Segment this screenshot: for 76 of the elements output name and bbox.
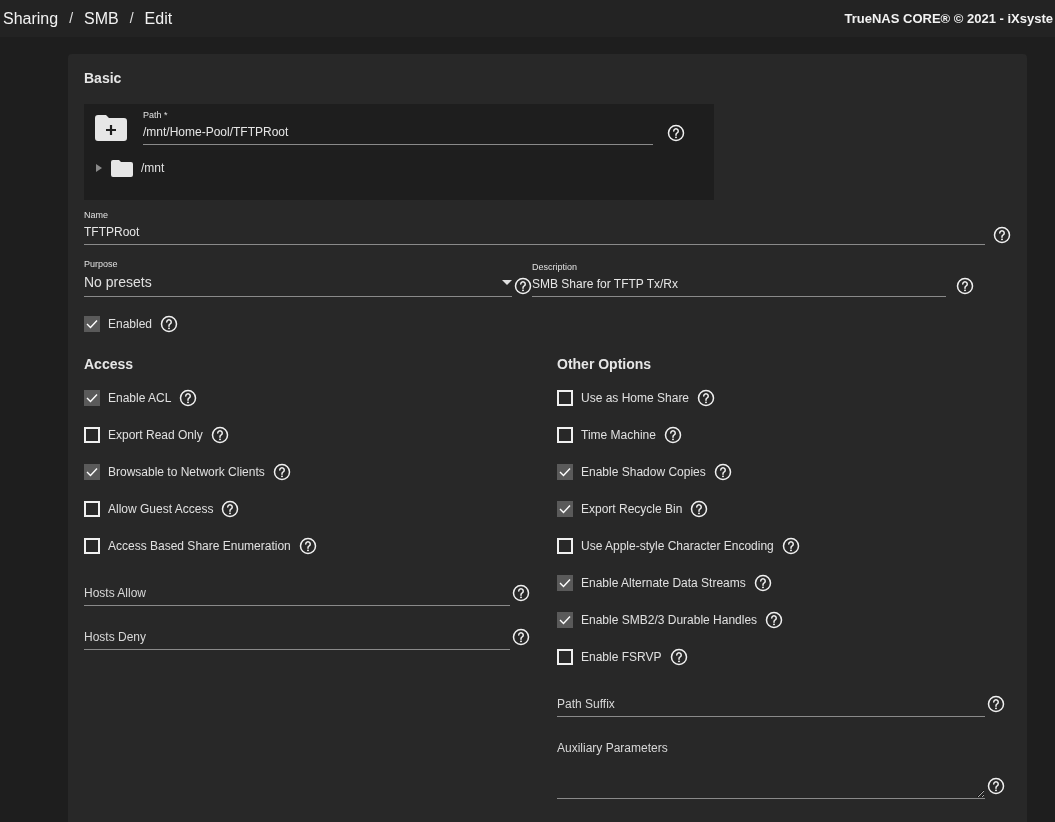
section-title: Access [84, 355, 135, 374]
checkbox-label: Allow Guest Access [108, 500, 214, 518]
help-icon[interactable] [272, 462, 291, 481]
help-icon[interactable] [160, 314, 179, 333]
breadcrumb-separator: / [129, 9, 134, 28]
checkbox-label: Export Read Only [108, 426, 203, 444]
tree-item[interactable]: /mnt [141, 159, 165, 177]
description-input[interactable]: SMB Share for TFTP Tx/Rx [532, 273, 946, 297]
checkbox[interactable] [557, 463, 573, 480]
checkbox-label: Enable Shadow Copies [581, 463, 706, 481]
checkbox[interactable] [84, 463, 100, 480]
breadcrumb-link[interactable]: Edit [144, 6, 173, 31]
help-icon[interactable] [993, 226, 1011, 244]
name-input[interactable]: TFTPRoot [84, 221, 985, 245]
breadcrumb-link[interactable]: SMB [84, 6, 119, 31]
text-input[interactable]: Hosts Allow [84, 582, 510, 606]
help-icon[interactable] [298, 536, 317, 555]
checkbox[interactable] [557, 611, 573, 628]
help-icon[interactable] [753, 573, 772, 592]
checkbox[interactable] [84, 537, 100, 554]
help-icon[interactable] [669, 647, 688, 666]
checkbox-label: Enable FSRVP [581, 648, 662, 666]
caret-icon[interactable] [95, 164, 103, 172]
field-label: Path * [143, 110, 169, 121]
breadcrumb-separator: / [69, 9, 74, 28]
help-icon[interactable] [987, 695, 1005, 713]
checkbox[interactable] [84, 389, 100, 406]
folder-icon [111, 159, 133, 177]
help-icon[interactable] [663, 425, 682, 444]
checkbox[interactable] [557, 537, 573, 554]
field-label: Purpose [84, 259, 119, 270]
checkbox[interactable] [84, 426, 100, 443]
checkbox[interactable] [84, 500, 100, 517]
checkbox[interactable] [557, 500, 573, 517]
checkbox[interactable] [84, 315, 100, 332]
checkbox-label: Browsable to Network Clients [108, 463, 265, 481]
help-icon[interactable] [667, 123, 685, 142]
checkbox-label: Time Machine [581, 426, 656, 444]
checkbox-label: Export Recycle Bin [581, 500, 683, 518]
field-label: Description [532, 262, 579, 273]
checkbox-label: Access Based Share Enumeration [108, 537, 291, 555]
help-icon[interactable] [221, 499, 240, 518]
section-title: Other Options [557, 355, 653, 374]
help-icon[interactable] [781, 536, 800, 555]
help-icon[interactable] [512, 628, 530, 646]
help-icon[interactable] [512, 584, 530, 602]
textarea-field[interactable]: Auxiliary Parameters [557, 737, 985, 799]
folder-plus-icon[interactable] [95, 114, 127, 141]
checkbox-label: Enable SMB2/3 Durable Handles [581, 611, 758, 629]
checkbox[interactable] [557, 426, 573, 443]
help-icon[interactable] [179, 388, 198, 407]
checkbox-label: Use as Home Share [581, 389, 690, 407]
breadcrumb-link[interactable]: Sharing [3, 6, 59, 31]
text-input[interactable]: Path Suffix [557, 693, 985, 717]
help-icon[interactable] [713, 462, 732, 481]
checkbox-label: Enable Alternate Data Streams [581, 574, 746, 592]
path-input[interactable]: /mnt/Home-Pool/TFTPRoot [143, 121, 653, 145]
checkbox-label: Enabled [108, 315, 153, 333]
section-title: Basic [84, 69, 123, 88]
checkbox[interactable] [557, 648, 573, 665]
help-icon[interactable] [210, 425, 229, 444]
help-icon[interactable] [956, 277, 974, 295]
checkbox-label: Use Apple-style Character Encoding [581, 537, 774, 555]
dropdown-arrow-icon [502, 279, 512, 286]
purpose-select[interactable]: No presets [84, 270, 512, 297]
checkbox-label: Enable ACL [108, 389, 172, 407]
help-icon[interactable] [690, 499, 709, 518]
text-input[interactable]: Hosts Deny [84, 626, 510, 650]
help-icon[interactable] [765, 610, 784, 629]
checkbox[interactable] [557, 574, 573, 591]
field-label: Name [84, 210, 109, 221]
help-icon[interactable] [697, 388, 716, 407]
copyright-text: TrueNAS CORE® © 2021 - iXsyste [844, 9, 1053, 28]
help-icon[interactable] [514, 277, 532, 295]
checkbox[interactable] [557, 389, 573, 406]
help-icon[interactable] [987, 777, 1005, 795]
